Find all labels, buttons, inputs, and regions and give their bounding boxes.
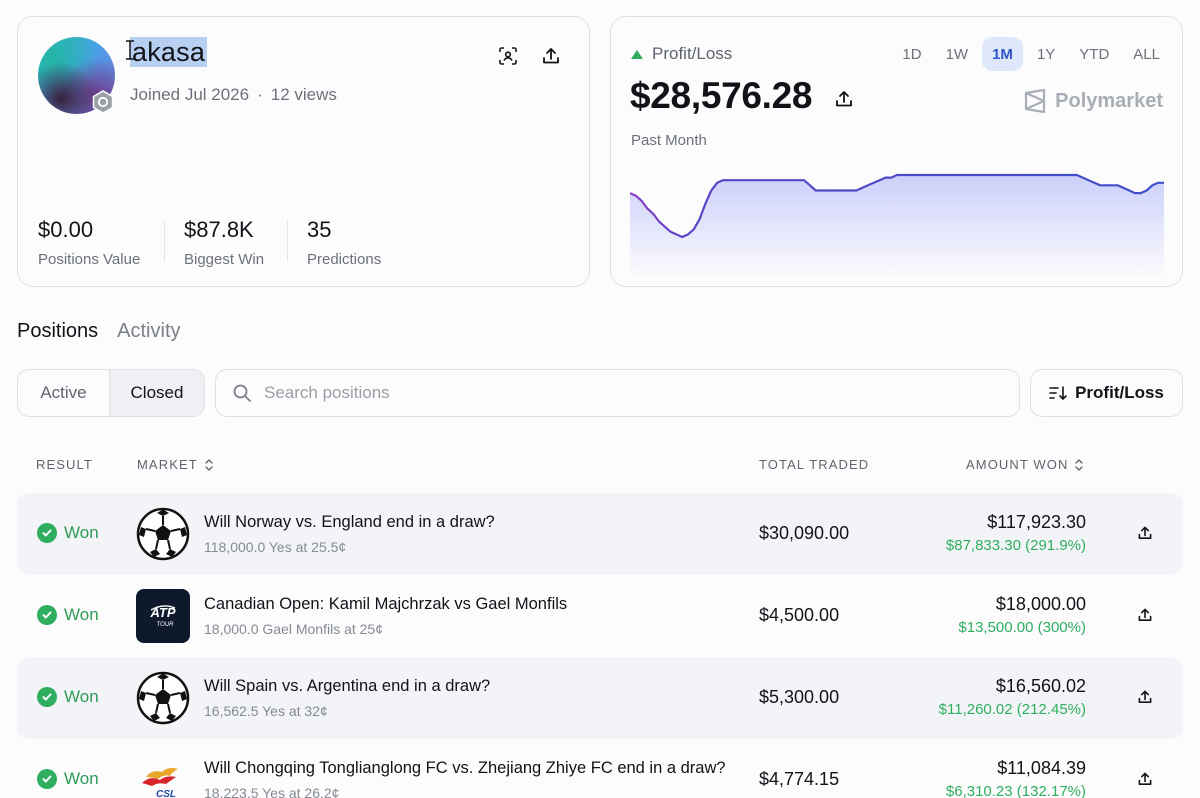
divider (287, 221, 288, 261)
total-traded: $4,500.00 (759, 605, 840, 625)
section-tabs: Positions Activity (17, 320, 181, 343)
profit-percent: $13,500.00 (300%) (958, 619, 1086, 636)
share-profile-button[interactable] (538, 43, 564, 69)
sort-toggle-icon (205, 458, 213, 471)
text-cursor-icon (126, 40, 134, 60)
result-badge: Won (37, 605, 99, 625)
result-badge: Won (37, 687, 99, 707)
atp-logo-subtext: TOUR (157, 622, 175, 628)
sort-toggle-icon (1075, 458, 1084, 471)
sort-button[interactable]: Profit/Loss (1030, 369, 1183, 417)
header-total-traded: TOTAL TRADED (759, 457, 870, 472)
check-circle-icon (37, 523, 57, 543)
up-arrow-icon (631, 49, 643, 59)
amount-won: $18,000.00 (995, 594, 1086, 614)
profile-card: akasa Joined Jul 2026 · 12 views $0.00 Pos… (17, 16, 590, 287)
share-icon (1138, 526, 1152, 539)
range-all[interactable]: ALL (1123, 37, 1170, 71)
csl-logo-text: CSL (156, 789, 176, 798)
share-row-button[interactable] (1135, 769, 1155, 789)
soccer-ball-icon (136, 507, 190, 561)
market-title[interactable]: Will Norway vs. England end in a draw? (204, 513, 495, 532)
market-position: 18,223.5 Yes at 26.2¢ (204, 785, 340, 798)
check-circle-icon (37, 687, 57, 707)
profit-percent: $6,310.23 (132.17%) (945, 783, 1086, 798)
status-filter: Active Closed (17, 369, 205, 417)
pnl-value: $28,576.28 (630, 75, 813, 116)
table-row[interactable]: Won Will Spain vs. Argentina end in a dr… (17, 657, 1183, 739)
header-result: RESULT (36, 457, 93, 472)
check-circle-icon (37, 769, 57, 789)
scan-icon (499, 47, 517, 65)
profit-percent: $87,833.30 (291.9%) (945, 537, 1086, 554)
joined-info: Joined Jul 2026 · 12 views (130, 85, 337, 105)
time-range-selector: 1D 1W 1M 1Y YTD ALL (892, 37, 1170, 71)
profit-percent: $11,260.02 (212.45%) (938, 701, 1086, 718)
share-icon (543, 48, 559, 64)
share-row-button[interactable] (1135, 687, 1155, 707)
filter-active[interactable]: Active (18, 370, 109, 416)
search-input[interactable] (264, 383, 964, 403)
polymarket-brand: Polymarket (1024, 89, 1163, 113)
search-icon (233, 384, 251, 402)
range-1d[interactable]: 1D (892, 37, 931, 71)
verified-badge-icon (92, 90, 114, 114)
sort-icon (1049, 386, 1067, 400)
total-traded: $30,090.00 (759, 523, 850, 543)
amount-won: $16,560.02 (995, 676, 1086, 696)
table-row[interactable]: Won ATP TOUR Canadian Open: Kamil Majchr… (17, 575, 1183, 657)
share-icon (1138, 608, 1152, 621)
range-ytd[interactable]: YTD (1069, 37, 1119, 71)
polymarket-logo-icon (1025, 89, 1046, 113)
stat-positions-value: $0.00 Positions Value (38, 217, 141, 268)
stat-biggest-win: $87.8K Biggest Win (184, 217, 265, 268)
share-icon (836, 91, 852, 107)
range-1w[interactable]: 1W (936, 37, 979, 71)
table-row[interactable]: Won CSL Will Chongqing Tonglianglong FC … (17, 739, 1183, 798)
joined-date: Joined Jul 2026 (130, 85, 250, 104)
result-badge: Won (37, 769, 99, 789)
pnl-label: Profit/Loss (631, 44, 732, 64)
market-title[interactable]: Canadian Open: Kamil Majchrzak vs Gael M… (204, 595, 567, 614)
tab-positions[interactable]: Positions (17, 320, 98, 343)
filter-closed[interactable]: Closed (109, 370, 204, 416)
total-traded: $4,774.15 (759, 769, 840, 789)
share-row-button[interactable] (1135, 605, 1155, 625)
header-amount-won[interactable]: AMOUNT WON (966, 457, 1084, 472)
market-position: 118,000.0 Yes at 25.5¢ (204, 539, 347, 555)
result-badge: Won (37, 523, 99, 543)
range-1y[interactable]: 1Y (1027, 37, 1065, 71)
soccer-ball-icon (136, 671, 190, 725)
search-box (215, 369, 1020, 417)
scan-button[interactable] (495, 43, 521, 69)
stat-predictions: 35 Predictions (307, 217, 382, 268)
total-traded: $5,300.00 (759, 687, 840, 707)
separator: · (257, 85, 263, 104)
profit-loss-card: Profit/Loss $28,576.28 Past Month 1D 1W … (610, 16, 1183, 287)
amount-won: $11,084.39 (997, 758, 1086, 778)
share-icon (1138, 690, 1152, 703)
divider (164, 221, 165, 261)
share-row-button[interactable] (1135, 523, 1155, 543)
market-title[interactable]: Will Chongqing Tonglianglong FC vs. Zhej… (204, 759, 726, 778)
market-position: 16,562.5 Yes at 32¢ (204, 703, 328, 719)
period-label: Past Month (631, 132, 707, 149)
pnl-chart (630, 173, 1164, 279)
market-position: 18,000.0 Gael Monfils at 25¢ (204, 621, 384, 637)
range-1m[interactable]: 1M (982, 37, 1023, 71)
share-icon (1138, 772, 1152, 785)
share-pnl-button[interactable] (831, 86, 857, 112)
amount-won: $117,923.30 (987, 512, 1086, 532)
market-title[interactable]: Will Spain vs. Argentina end in a draw? (204, 677, 490, 696)
atp-tour-logo: ATP TOUR (136, 589, 190, 643)
tab-activity[interactable]: Activity (117, 320, 180, 343)
username: akasa (130, 37, 208, 67)
header-market[interactable]: MARKET (137, 457, 214, 472)
view-count: 12 views (270, 85, 337, 104)
check-circle-icon (37, 605, 57, 625)
csl-logo: CSL (136, 753, 190, 798)
table-row[interactable]: Won Will Norway vs. England end in a dra… (17, 493, 1183, 575)
